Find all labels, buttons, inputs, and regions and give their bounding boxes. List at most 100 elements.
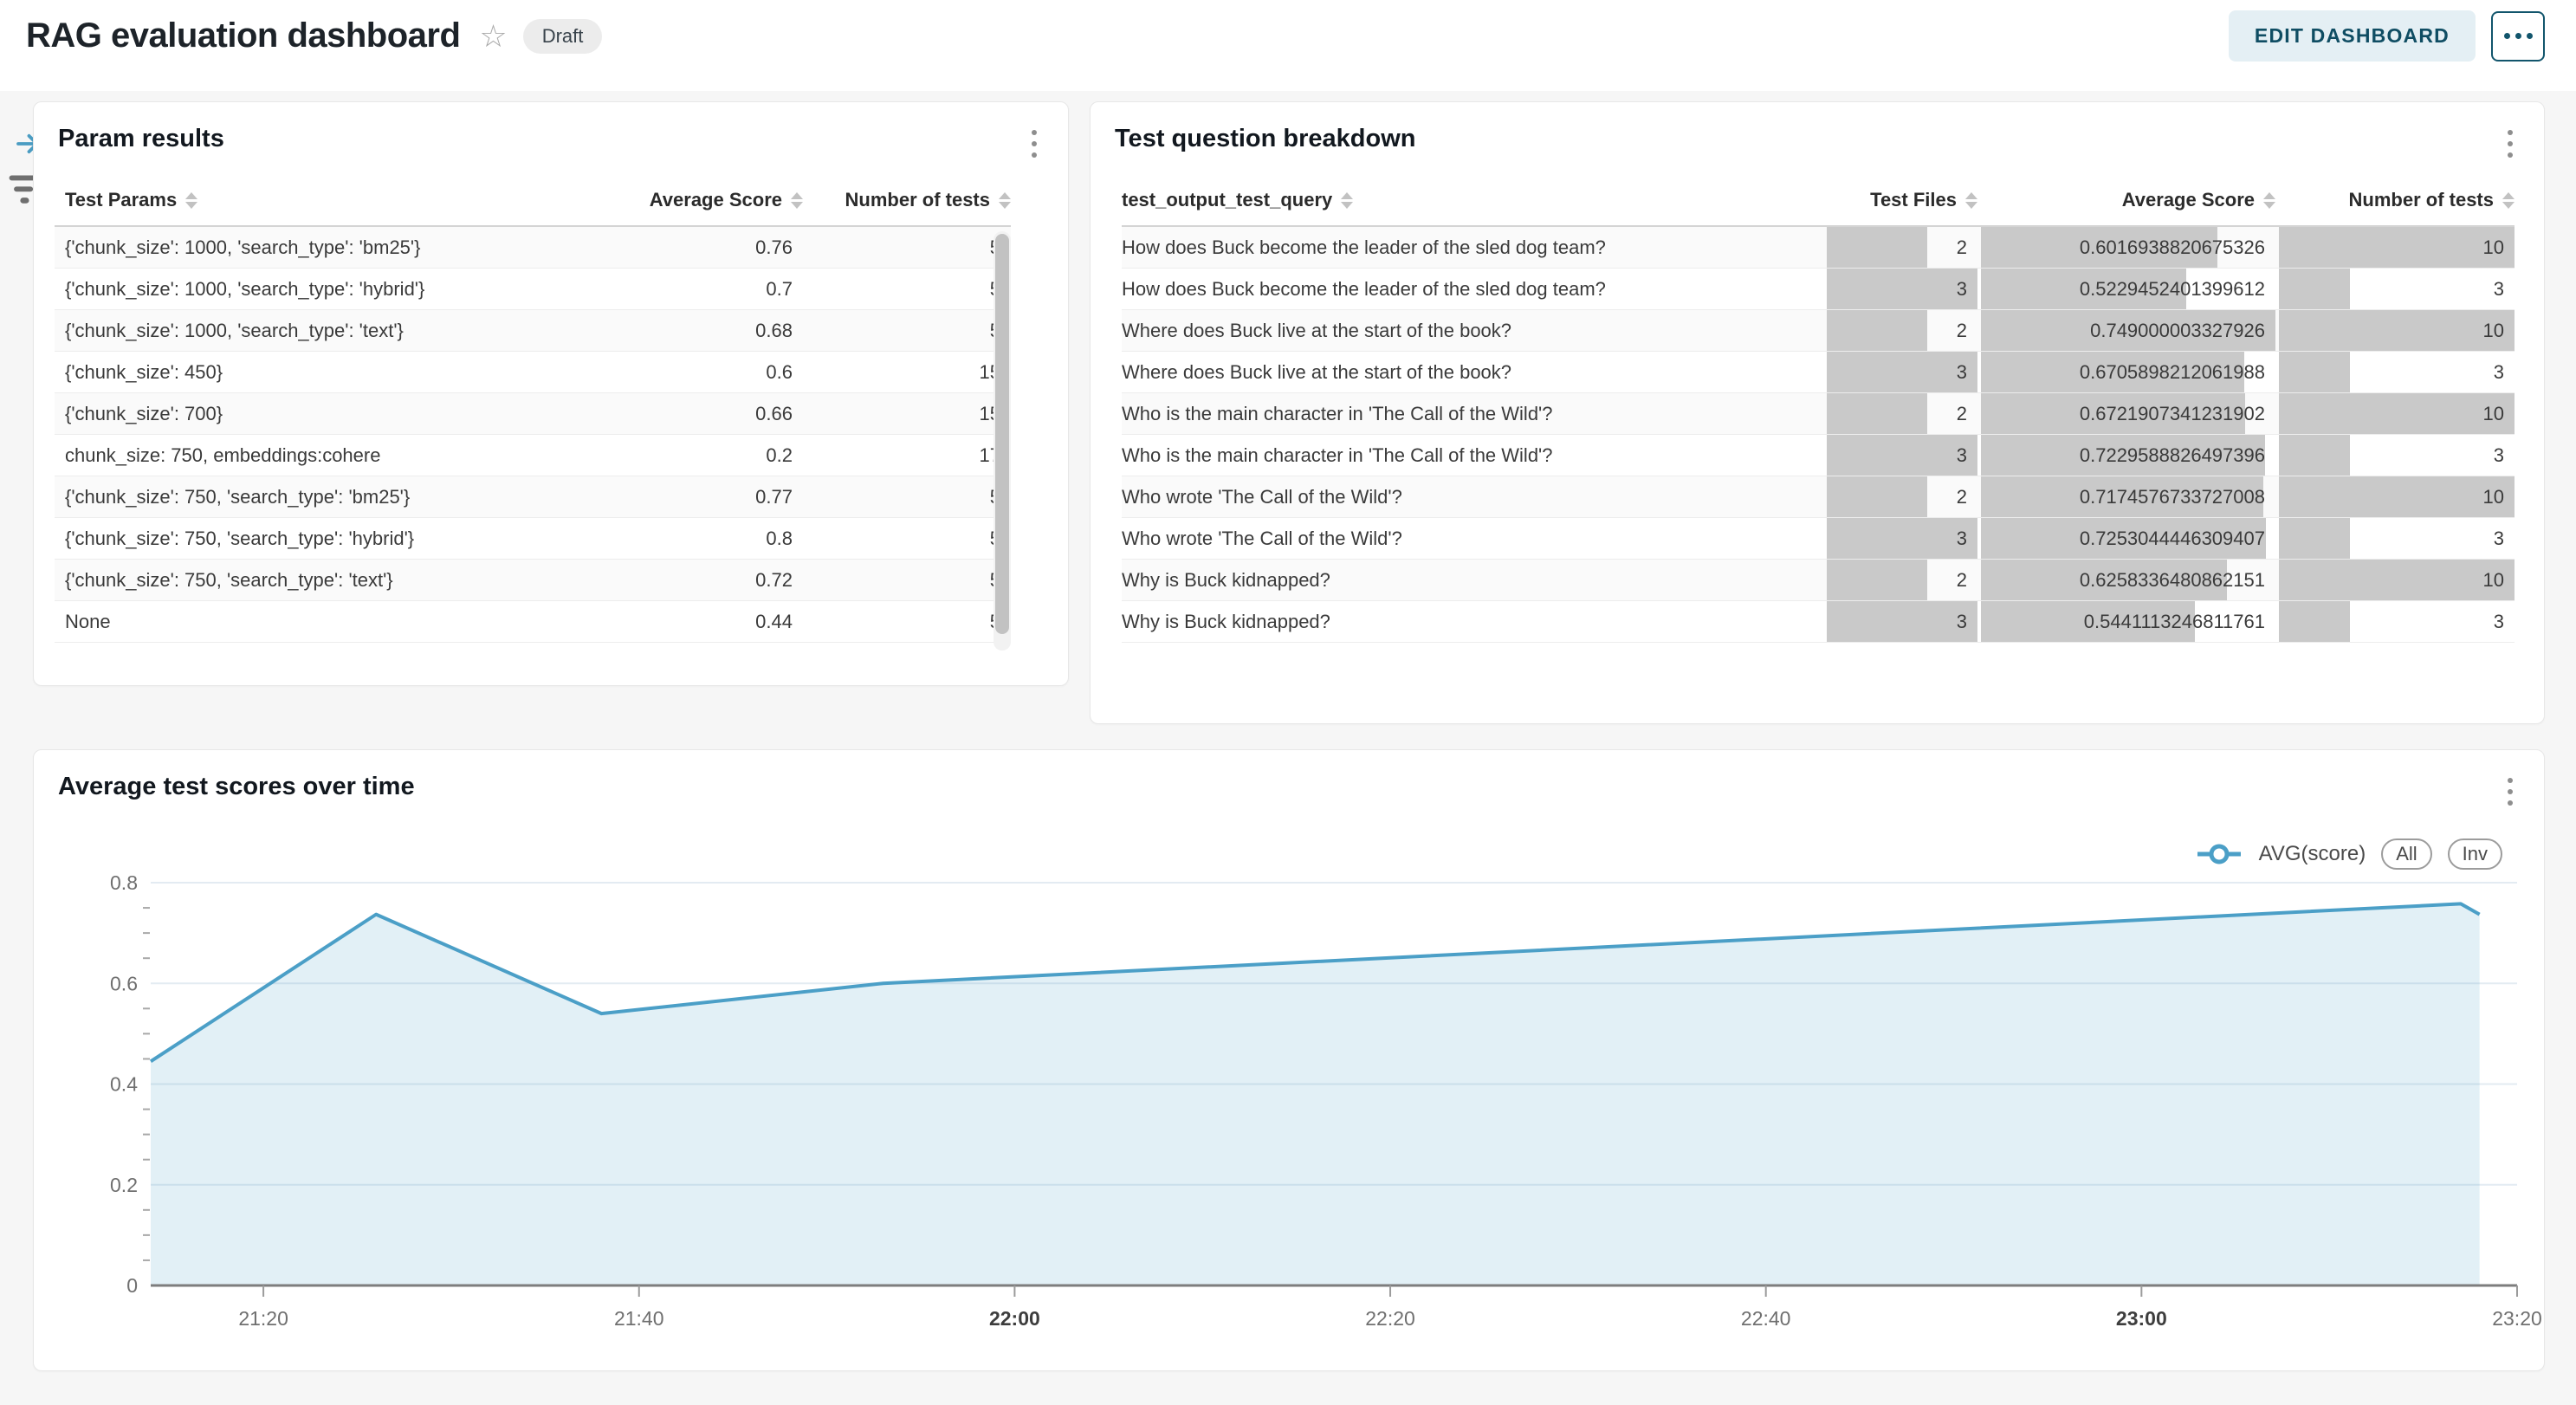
data-bar — [1827, 227, 1927, 268]
cell-number-of-tests: 10 — [2279, 393, 2515, 434]
sort-icon[interactable] — [185, 192, 197, 209]
more-options-button[interactable] — [2491, 11, 2545, 62]
cell-test-query: Who is the main character in 'The Call o… — [1122, 403, 1823, 425]
column-header: test_output_test_query — [1122, 189, 1332, 211]
data-bar — [2279, 435, 2350, 476]
cell-average-score: 0.8 — [569, 518, 803, 559]
cell-test-params: {'chunk_size': 1000, 'search_type': 'tex… — [55, 320, 569, 342]
scores-over-time-card: Average test scores over time AVG(score)… — [33, 749, 2545, 1371]
sort-icon[interactable] — [1341, 192, 1353, 209]
cell-average-score: 0.7 — [569, 269, 803, 309]
data-bar — [1827, 310, 1927, 351]
table-row: How does Buck become the leader of the s… — [1122, 269, 2515, 310]
question-table-body: How does Buck become the leader of the s… — [1122, 227, 2515, 643]
topbar: RAG evaluation dashboard ☆ Draft EDIT DA… — [0, 0, 2576, 91]
edit-dashboard-button[interactable]: EDIT DASHBOARD — [2229, 10, 2476, 62]
dot — [2515, 33, 2521, 39]
cell-number-of-tests: 10 — [2279, 310, 2515, 351]
x-axis-label: 23:00 — [2116, 1307, 2167, 1330]
cell-average-score: 0.749000003327926 — [1981, 310, 2275, 351]
column-header: Average Score — [2122, 189, 2255, 211]
cell-average-score: 0.68 — [569, 310, 803, 351]
cell-test-files: 2 — [1827, 476, 1977, 517]
cell-test-files: 2 — [1827, 227, 1977, 268]
cell-test-params: None — [55, 611, 569, 633]
dot — [2527, 33, 2533, 39]
data-bar — [2279, 518, 2350, 559]
column-header: Test Files — [1870, 189, 1957, 211]
data-bar — [1827, 560, 1927, 600]
cell-number-of-tests: 15 — [803, 352, 1011, 392]
x-axis-label: 22:00 — [989, 1307, 1040, 1330]
cell-test-query: How does Buck become the leader of the s… — [1122, 236, 1823, 259]
table-row: Who wrote 'The Call of the Wild'? 2 0.71… — [1122, 476, 2515, 518]
data-bar — [1827, 601, 1977, 642]
data-bar — [2279, 352, 2350, 392]
x-axis-label: 22:20 — [1365, 1307, 1415, 1330]
draft-status-badge: Draft — [523, 19, 603, 54]
y-axis-label: 0.4 — [110, 1073, 138, 1096]
table-row: {'chunk_size': 700} 0.66 15 — [55, 393, 1011, 435]
cell-number-of-tests: 5 — [803, 518, 1011, 559]
sort-icon[interactable] — [2502, 192, 2515, 209]
cell-number-of-tests: 5 — [803, 227, 1011, 268]
cell-test-params: {'chunk_size': 1000, 'search_type': 'bm2… — [55, 236, 569, 259]
cell-average-score: 0.72 — [569, 560, 803, 600]
y-axis-label: 0.6 — [110, 972, 138, 994]
cell-number-of-tests: 5 — [803, 601, 1011, 642]
data-bar — [1827, 269, 1977, 309]
cell-average-score: 0.2 — [569, 435, 803, 476]
cell-test-params: {'chunk_size': 700} — [55, 403, 569, 425]
page-title: RAG evaluation dashboard — [26, 16, 460, 55]
scrollbar-thumb[interactable] — [995, 234, 1009, 634]
column-header: Test Params — [55, 189, 177, 211]
cell-number-of-tests: 3 — [2279, 435, 2515, 476]
table-row: Why is Buck kidnapped? 3 0.5441113246811… — [1122, 601, 2515, 643]
cell-number-of-tests: 10 — [2279, 476, 2515, 517]
sort-icon[interactable] — [1965, 192, 1977, 209]
cell-number-of-tests: 10 — [2279, 227, 2515, 268]
cell-test-query: Who is the main character in 'The Call o… — [1122, 444, 1823, 467]
cell-average-score: 0.7229588826497396 — [1981, 435, 2275, 476]
data-bar — [2279, 227, 2515, 268]
card-menu-kebab-icon[interactable] — [2502, 125, 2518, 163]
avg-score-area-chart[interactable]: 00.20.40.60.821:2021:4022:0022:2022:4023… — [34, 750, 2546, 1356]
cell-number-of-tests: 10 — [2279, 560, 2515, 600]
cell-test-params: {'chunk_size': 750, 'search_type': 'bm25… — [55, 486, 569, 508]
cell-average-score: 0.44 — [569, 601, 803, 642]
cell-average-score: 0.66 — [569, 393, 803, 434]
data-bar — [2279, 269, 2350, 309]
cell-number-of-tests: 5 — [803, 476, 1011, 517]
cell-test-params: {'chunk_size': 750, 'search_type': 'text… — [55, 569, 569, 592]
table-row: Who is the main character in 'The Call o… — [1122, 393, 2515, 435]
table-scrollbar[interactable] — [994, 231, 1011, 651]
table-row: Where does Buck live at the start of the… — [1122, 310, 2515, 352]
cell-average-score: 0.6705898212061988 — [1981, 352, 2275, 392]
table-row: {'chunk_size': 1000, 'search_type': 'tex… — [55, 310, 1011, 352]
data-bar — [1827, 393, 1927, 434]
data-bar — [1827, 352, 1977, 392]
cell-average-score: 0.6016938820675326 — [1981, 227, 2275, 268]
card-menu-kebab-icon[interactable] — [1026, 125, 1042, 163]
cell-test-query: Who wrote 'The Call of the Wild'? — [1122, 528, 1823, 550]
cell-test-query: Why is Buck kidnapped? — [1122, 611, 1823, 633]
table-row: Where does Buck live at the start of the… — [1122, 352, 2515, 393]
column-header: Average Score — [650, 189, 782, 211]
table-row: Who is the main character in 'The Call o… — [1122, 435, 2515, 476]
cell-test-query: Who wrote 'The Call of the Wild'? — [1122, 486, 1823, 508]
cell-test-files: 3 — [1827, 601, 1977, 642]
cell-number-of-tests: 17 — [803, 435, 1011, 476]
table-row: chunk_size: 750, embeddings:cohere 0.2 1… — [55, 435, 1011, 476]
favorite-star-icon[interactable]: ☆ — [479, 21, 507, 52]
cell-test-files: 3 — [1827, 269, 1977, 309]
data-bar — [1827, 518, 1977, 559]
sort-icon[interactable] — [2263, 192, 2275, 209]
cell-test-params: {'chunk_size': 1000, 'search_type': 'hyb… — [55, 278, 569, 301]
data-bar — [2279, 601, 2350, 642]
cell-number-of-tests: 5 — [803, 560, 1011, 600]
param-table-body: {'chunk_size': 1000, 'search_type': 'bm2… — [55, 227, 1011, 643]
sort-icon[interactable] — [999, 192, 1011, 209]
table-row: {'chunk_size': 1000, 'search_type': 'hyb… — [55, 269, 1011, 310]
sort-icon[interactable] — [791, 192, 803, 209]
table-row: {'chunk_size': 750, 'search_type': 'hybr… — [55, 518, 1011, 560]
